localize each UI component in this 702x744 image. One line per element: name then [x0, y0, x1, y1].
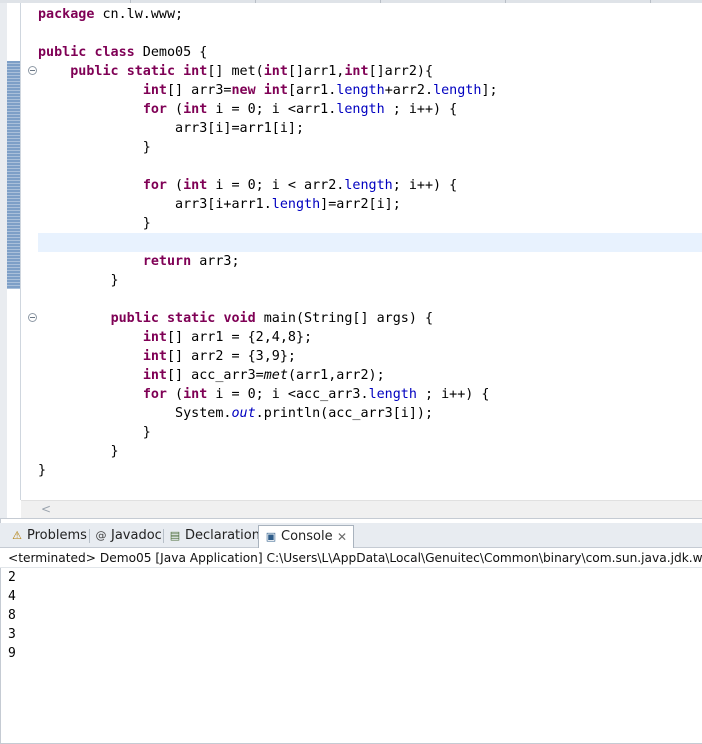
scroll-left-icon[interactable]: < — [41, 501, 51, 518]
code-editor[interactable]: package cn.lw.www; public class Demo05 { … — [0, 0, 702, 518]
at-icon: @ — [95, 529, 107, 542]
code-line[interactable]: int[] arr1 = {2,4,8}; — [38, 328, 702, 347]
code-line[interactable]: } — [38, 214, 702, 233]
code-line[interactable]: arr3[i+arr1.length]=arr2[i]; — [38, 195, 702, 214]
console-output-line: 9 — [8, 646, 16, 661]
view-tab-bar: ⚠ Problems @ Javadoc ▤ Declaration ▣ Con… — [0, 523, 702, 548]
problems-icon: ⚠ — [12, 529, 22, 542]
code-line[interactable]: package cn.lw.www; — [38, 5, 702, 24]
code-line[interactable] — [38, 24, 702, 43]
declaration-icon: ▤ — [169, 529, 181, 542]
horizontal-scrollbar[interactable]: < — [21, 500, 702, 518]
code-line[interactable]: } — [38, 271, 702, 290]
console-output-line: 2 — [8, 570, 16, 585]
code-line[interactable]: System.out.println(acc_arr3[i]); — [38, 404, 702, 423]
code-line[interactable]: } — [38, 461, 702, 480]
code-line[interactable]: public static int[] met(int[]arr1,int[]a… — [38, 62, 702, 81]
code-area[interactable]: package cn.lw.www; public class Demo05 { … — [0, 3, 702, 500]
code-line[interactable]: return arr3; — [38, 252, 702, 271]
console-output[interactable]: 2 4 8 3 9 — [8, 568, 16, 663]
code-line[interactable]: public static void main(String[] args) { — [38, 309, 702, 328]
code-line[interactable]: arr3[i]=arr1[i]; — [38, 119, 702, 138]
code-line[interactable]: int[] arr3=new int[arr1.length+arr2.leng… — [38, 81, 702, 100]
console-view: ⚠ Problems @ Javadoc ▤ Declaration ▣ Con… — [0, 518, 702, 744]
console-output-line: 3 — [8, 627, 16, 642]
code-line[interactable]: int[] arr2 = {3,9}; — [38, 347, 702, 366]
console-output-line: 4 — [8, 589, 16, 604]
code-line[interactable]: for (int i = 0; i <arr1.length ; i++) { — [38, 100, 702, 119]
tab-javadoc[interactable]: @ Javadoc — [89, 525, 163, 547]
tab-problems-label: Problems — [27, 528, 87, 543]
console-status-line: <terminated> Demo05 [Java Application] C… — [0, 548, 702, 568]
code-line[interactable]: for (int i = 0; i <acc_arr3.length ; i++… — [38, 385, 702, 404]
console-output-line: 8 — [8, 608, 16, 623]
code-line[interactable]: } — [38, 423, 702, 442]
tab-console[interactable]: ▣ Console ✕ — [258, 525, 354, 548]
tab-declaration[interactable]: ▤ Declaration — [163, 525, 260, 547]
tab-javadoc-label: Javadoc — [111, 528, 162, 543]
code-line[interactable]: } — [38, 442, 702, 461]
code-line[interactable] — [38, 157, 702, 176]
code-line[interactable]: for (int i = 0; i < arr2.length; i++) { — [38, 176, 702, 195]
code-line[interactable]: public class Demo05 { — [38, 43, 702, 62]
tab-problems[interactable]: ⚠ Problems — [5, 525, 89, 547]
close-icon[interactable]: ✕ — [337, 526, 347, 548]
code-line[interactable] — [38, 290, 702, 309]
tab-declaration-label: Declaration — [185, 528, 260, 543]
code-line[interactable]: int[] acc_arr3=met(arr1,arr2); — [38, 366, 702, 385]
code-line[interactable]: } — [38, 138, 702, 157]
tab-console-label: Console — [281, 529, 333, 544]
current-line-highlight[interactable] — [38, 233, 702, 252]
console-icon: ▣ — [265, 530, 277, 543]
